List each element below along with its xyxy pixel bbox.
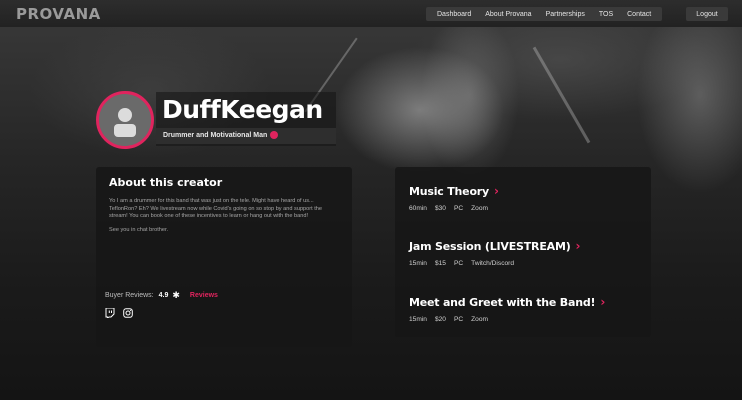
rating-value: 4.9 [158,292,169,299]
nav-tos[interactable]: TOS [592,11,620,18]
smile-emoji-icon [270,131,279,139]
chevron-right-icon: › [575,239,581,253]
nav-contact[interactable]: Contact [620,11,658,18]
incentive-location: Zoom [471,205,489,212]
incentive-platform: PC [453,205,464,212]
nav-dashboard[interactable]: Dashboard [430,11,478,18]
incentive-location: Twitch/Discord [471,260,515,267]
incentive-meta: 15min $20 PC Zoom [409,316,605,323]
instagram-icon[interactable] [123,308,133,318]
reviews-label: Buyer Reviews: [105,292,154,299]
incentive-price: $30 [434,205,446,212]
about-title: About this creator [109,176,223,189]
incentive-item: Jam Session (LIVESTREAM) › 15min $15 PC T… [409,239,580,267]
creator-name: DuffKeegan [162,95,323,124]
top-navigation-bar: PROVANA Dashboard About Provana Partners… [0,0,742,27]
incentive-platform: PC [453,260,464,267]
provana-logo[interactable]: PROVANA [16,5,101,23]
incentive-price: $15 [434,260,446,267]
incentive-meta: 15min $15 PC Twitch/Discord [409,260,580,267]
about-paragraph: Yo I am a drummer for this band that was… [109,198,323,220]
incentive-title-link[interactable]: Jam Session (LIVESTREAM) › [409,239,580,253]
incentive-title: Meet and Greet with the Band! [409,295,596,309]
incentive-title-link[interactable]: Meet and Greet with the Band! › [409,295,605,309]
incentive-title-link[interactable]: Music Theory › [409,184,499,198]
incentive-title: Music Theory [409,184,489,198]
reviews-link[interactable]: Reviews [190,292,218,299]
chevron-right-icon: › [494,184,499,198]
twitch-icon[interactable] [105,308,115,318]
logout-button[interactable]: Logout [686,7,728,21]
incentive-price: $20 [434,316,446,323]
chevron-right-icon: › [600,295,606,309]
incentive-item: Music Theory › 60min $30 PC Zoom [409,184,499,212]
incentive-duration: 60min [409,205,427,212]
nav-partnerships[interactable]: Partnerships [539,11,592,18]
user-placeholder-icon [114,108,136,137]
incentive-duration: 15min [409,260,427,267]
about-creator-card [96,167,352,347]
incentive-platform: PC [453,316,464,323]
social-links [105,308,133,318]
avatar [96,91,154,149]
incentive-title: Jam Session (LIVESTREAM) [409,239,571,253]
incentive-item: Meet and Greet with the Band! › 15min $20… [409,295,605,323]
puzzle-piece-icon: ✱ [172,290,180,300]
main-nav: Dashboard About Provana Partnerships TOS… [426,7,663,21]
guitar-neck [532,46,591,144]
incentive-duration: 15min [409,316,427,323]
about-paragraph: See you in chat brother. [109,226,169,233]
tagline-text: Drummer and Motivational Man [163,131,268,139]
about-description: Yo I am a drummer for this band that was… [109,198,339,240]
creator-tagline: Drummer and Motivational Man [163,131,279,139]
buyer-reviews: Buyer Reviews: 4.9 ✱ Reviews [105,290,218,301]
nav-about-provana[interactable]: About Provana [478,11,538,18]
incentive-location: Zoom [471,316,489,323]
incentive-meta: 60min $30 PC Zoom [409,205,499,212]
